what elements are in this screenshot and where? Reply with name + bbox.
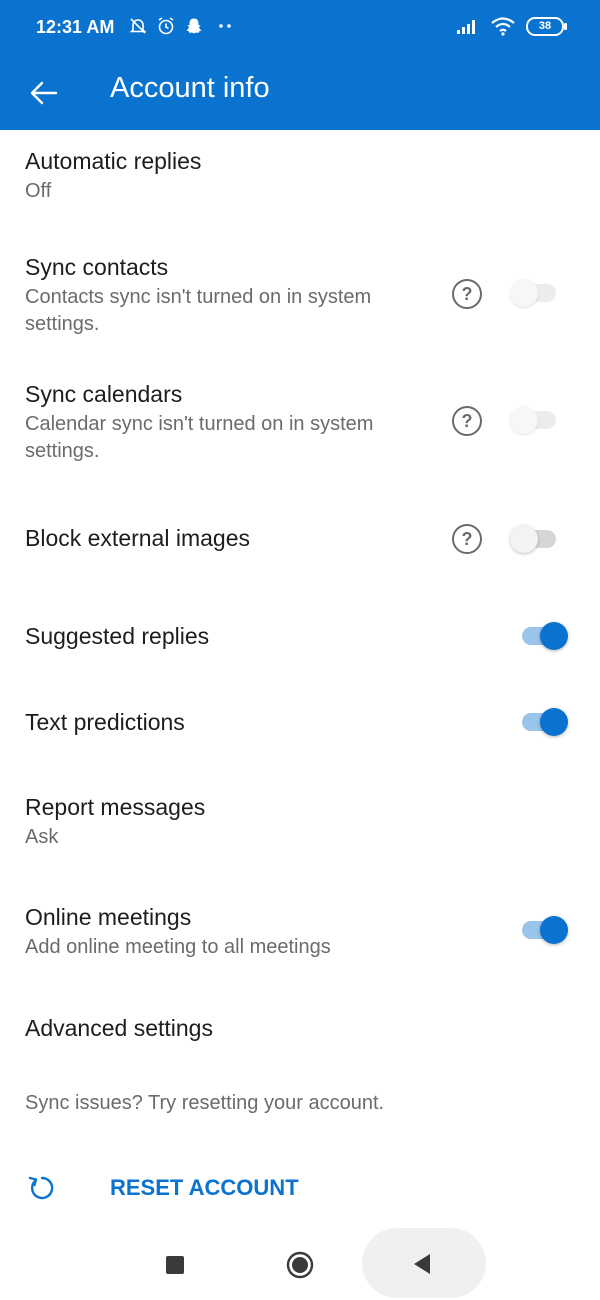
status-time: 12:31 AM bbox=[36, 17, 115, 37]
suggested-replies-toggle[interactable] bbox=[510, 619, 570, 653]
page-title: Account info bbox=[110, 72, 270, 104]
help-icon: ? bbox=[461, 410, 473, 431]
advanced-settings-title: Advanced settings bbox=[25, 1015, 213, 1041]
reset-account-button[interactable]: RESET ACCOUNT bbox=[0, 1160, 600, 1216]
sync-contacts-title: Sync contacts bbox=[25, 254, 169, 280]
reset-hint: Sync issues? Try resetting your account. bbox=[25, 1092, 385, 1114]
system-nav-bar bbox=[0, 1228, 600, 1300]
toggle-thumb bbox=[540, 916, 568, 944]
signal-icon bbox=[457, 20, 475, 34]
help-icon: ? bbox=[461, 528, 473, 549]
sync-contacts-subtitle: Contacts sync isn't turned on in system … bbox=[25, 286, 372, 335]
sync-calendars-toggle[interactable] bbox=[510, 403, 570, 437]
alarm-icon bbox=[158, 17, 174, 35]
automatic-replies-row[interactable]: Automatic replies Off bbox=[0, 140, 600, 220]
online-meetings-subtitle: Add online meeting to all meetings bbox=[25, 936, 331, 958]
recents-button[interactable] bbox=[166, 1256, 184, 1274]
sync-contacts-help-button[interactable]: ? bbox=[452, 279, 482, 309]
block-external-images-row[interactable]: Block external images ? bbox=[0, 505, 600, 575]
snapchat-icon bbox=[186, 18, 202, 34]
text-predictions-row[interactable]: Text predictions bbox=[0, 689, 600, 759]
suggested-replies-title: Suggested replies bbox=[25, 623, 210, 649]
suggested-replies-row[interactable]: Suggested replies bbox=[0, 603, 600, 673]
toggle-thumb bbox=[540, 708, 568, 736]
sync-calendars-help-button[interactable]: ? bbox=[452, 406, 482, 436]
advanced-settings-row[interactable]: Advanced settings bbox=[0, 1000, 600, 1060]
online-meetings-title: Online meetings bbox=[25, 904, 192, 930]
status-system-icons: 38 bbox=[456, 16, 567, 36]
sync-calendars-row: Sync calendars Calendar sync isn't turne… bbox=[0, 373, 600, 473]
sync-calendars-title: Sync calendars bbox=[25, 381, 183, 407]
toggle-thumb bbox=[510, 406, 538, 434]
battery-level: 38 bbox=[538, 20, 552, 32]
automatic-replies-title: Automatic replies bbox=[25, 148, 202, 174]
block-external-images-help-button[interactable]: ? bbox=[452, 524, 482, 554]
arrow-left-icon bbox=[30, 81, 58, 105]
nav-back-button[interactable] bbox=[412, 1253, 432, 1275]
report-messages-title: Report messages bbox=[25, 794, 206, 820]
sync-contacts-toggle[interactable] bbox=[510, 276, 570, 310]
online-meetings-toggle[interactable] bbox=[510, 913, 570, 947]
online-meetings-row[interactable]: Online meetings Add online meeting to al… bbox=[0, 896, 600, 976]
text-predictions-toggle[interactable] bbox=[510, 705, 570, 739]
back-button[interactable] bbox=[20, 69, 68, 117]
toggle-thumb bbox=[510, 525, 538, 553]
wifi-icon bbox=[491, 17, 515, 36]
status-notification-icons bbox=[128, 16, 238, 36]
muted-bell-icon bbox=[129, 18, 147, 34]
help-icon: ? bbox=[461, 283, 473, 304]
more-dots-icon bbox=[219, 24, 231, 28]
sync-contacts-row: Sync contacts Contacts sync isn't turned… bbox=[0, 246, 600, 346]
battery-icon: 38 bbox=[526, 16, 567, 36]
app-bar: Account info bbox=[0, 56, 600, 130]
toggle-thumb bbox=[510, 279, 538, 307]
status-bar: 12:31 AM 38 bbox=[0, 0, 600, 56]
block-external-images-title: Block external images bbox=[25, 525, 250, 551]
reset-account-label: RESET ACCOUNT bbox=[110, 1175, 299, 1200]
toggle-thumb bbox=[540, 622, 568, 650]
report-messages-value: Ask bbox=[25, 826, 59, 848]
refresh-icon bbox=[28, 1176, 54, 1200]
report-messages-row[interactable]: Report messages Ask bbox=[0, 786, 600, 866]
text-predictions-title: Text predictions bbox=[25, 709, 185, 735]
block-external-images-toggle[interactable] bbox=[510, 522, 570, 556]
sync-calendars-subtitle: Calendar sync isn't turned on in system … bbox=[25, 413, 374, 462]
home-button[interactable] bbox=[286, 1251, 314, 1279]
automatic-replies-value: Off bbox=[25, 180, 52, 202]
